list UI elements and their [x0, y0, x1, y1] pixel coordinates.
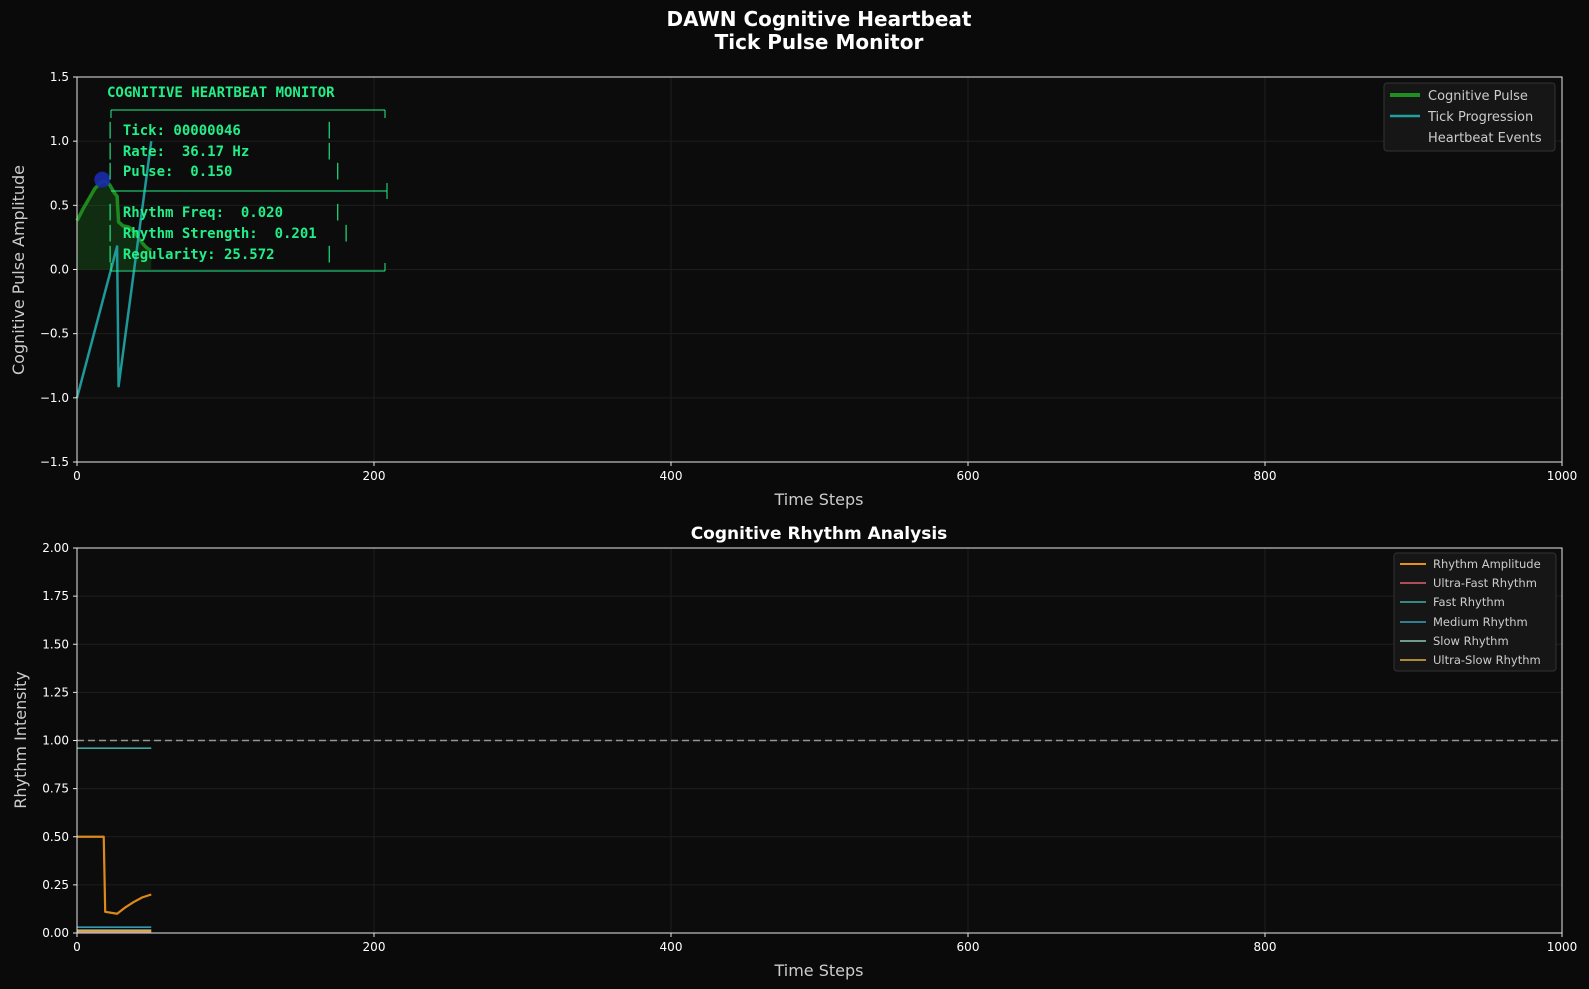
monitor-regularity-line: │ Regularity: 25.572 │ — [106, 245, 334, 263]
rhythm-y-tick-label: 0.00 — [42, 926, 69, 940]
rhythm-y-tick-label: 1.75 — [42, 589, 69, 603]
pulse-y-tick-label: −0.5 — [40, 327, 69, 341]
rhythm-y-tick-label: 0.75 — [42, 782, 69, 796]
rhythm-x-tick-label: 400 — [660, 940, 683, 954]
pulse-x-tick-label: 800 — [1254, 469, 1277, 483]
rhythm-x-axis-label: Time Steps — [773, 961, 863, 980]
rhythm-y-tick-label: 2.00 — [42, 541, 69, 555]
pulse-x-axis-label: Time Steps — [773, 490, 863, 509]
pulse-y-tick-label: 0.0 — [50, 263, 69, 277]
rhythm-legend: Rhythm Amplitude Ultra-Fast Rhythm Fast … — [1393, 552, 1557, 672]
legend-label-tick-progression: Tick Progression — [1427, 110, 1533, 125]
monitor-rhythm-freq-line: │ Rhythm Freq: 0.020 │ — [106, 203, 342, 221]
legend-label-medium: Medium Rhythm — [1433, 615, 1528, 629]
pulse-x-tick-label: 200 — [363, 469, 386, 483]
monitor-rhythm-strength-line: │ Rhythm Strength: 0.201 │ — [106, 224, 350, 242]
rhythm-x-tick-label: 200 — [363, 940, 386, 954]
legend-label-ultra-slow: Ultra-Slow Rhythm — [1433, 653, 1541, 667]
monitor-rate-line: │ Rate: 36.17 Hz │ — [106, 142, 334, 160]
rhythm-y-axis-label: Rhythm Intensity — [11, 671, 30, 808]
figure: DAWN Cognitive Heartbeat Tick Pulse Moni… — [0, 0, 1589, 989]
rhythm-x-tick-label: 0 — [73, 940, 81, 954]
pulse-y-tick-label: −1.5 — [40, 455, 69, 469]
legend-label-rhythm-amplitude: Rhythm Amplitude — [1433, 557, 1541, 571]
rhythm-y-tick-label: 1.25 — [42, 685, 69, 699]
monitor-title: COGNITIVE HEARTBEAT MONITOR — [107, 85, 335, 101]
rhythm-x-tick-label: 600 — [957, 940, 980, 954]
legend-label-ultra-fast: Ultra-Fast Rhythm — [1433, 576, 1537, 590]
rhythm-y-tick-label: 0.50 — [42, 830, 69, 844]
rhythm-x-tick-label: 800 — [1254, 940, 1277, 954]
rhythm-y-tick-label: 1.50 — [42, 637, 69, 651]
monitor-pulse-line: │ Pulse: 0.150 │ — [106, 162, 342, 180]
legend-label-heartbeat-events: Heartbeat Events — [1428, 131, 1542, 146]
pulse-y-tick-label: 1.0 — [50, 134, 69, 148]
rhythm-y-tick-label: 0.25 — [42, 878, 69, 892]
monitor-tick-line: │ Tick: 00000046 │ — [106, 121, 334, 139]
pulse-x-tick-label: 0 — [73, 469, 81, 483]
legend-label-fast: Fast Rhythm — [1433, 595, 1505, 609]
pulse-y-tick-label: 0.5 — [50, 198, 69, 212]
figure-title-line1: DAWN Cognitive Heartbeat — [667, 7, 972, 31]
pulse-y-tick-label: −1.0 — [40, 391, 69, 405]
rhythm-chart: Cognitive Rhythm Analysis 0 200 400 600 800 1… — [11, 524, 1577, 980]
pulse-legend: Cognitive Pulse Tick Progression Heartbe… — [1383, 82, 1556, 152]
pulse-x-tick-label: 600 — [957, 469, 980, 483]
rhythm-y-tick-label: 1.00 — [42, 734, 69, 748]
pulse-y-tick-label: 1.5 — [50, 70, 69, 84]
legend-label-cognitive-pulse: Cognitive Pulse — [1428, 89, 1528, 104]
pulse-y-axis-label: Cognitive Pulse Amplitude — [9, 165, 28, 375]
pulse-x-tick-label: 400 — [660, 469, 683, 483]
rhythm-chart-title: Cognitive Rhythm Analysis — [691, 524, 948, 544]
figure-title-line2: Tick Pulse Monitor — [715, 30, 924, 54]
rhythm-x-tick-label: 1000 — [1547, 940, 1578, 954]
legend-label-slow: Slow Rhythm — [1433, 634, 1509, 648]
pulse-chart: 0 200 400 600 800 1000 1.5 1.0 0.5 0.0 −0.5 −1.0 −1.… — [9, 70, 1577, 509]
pulse-x-tick-label: 1000 — [1547, 469, 1578, 483]
